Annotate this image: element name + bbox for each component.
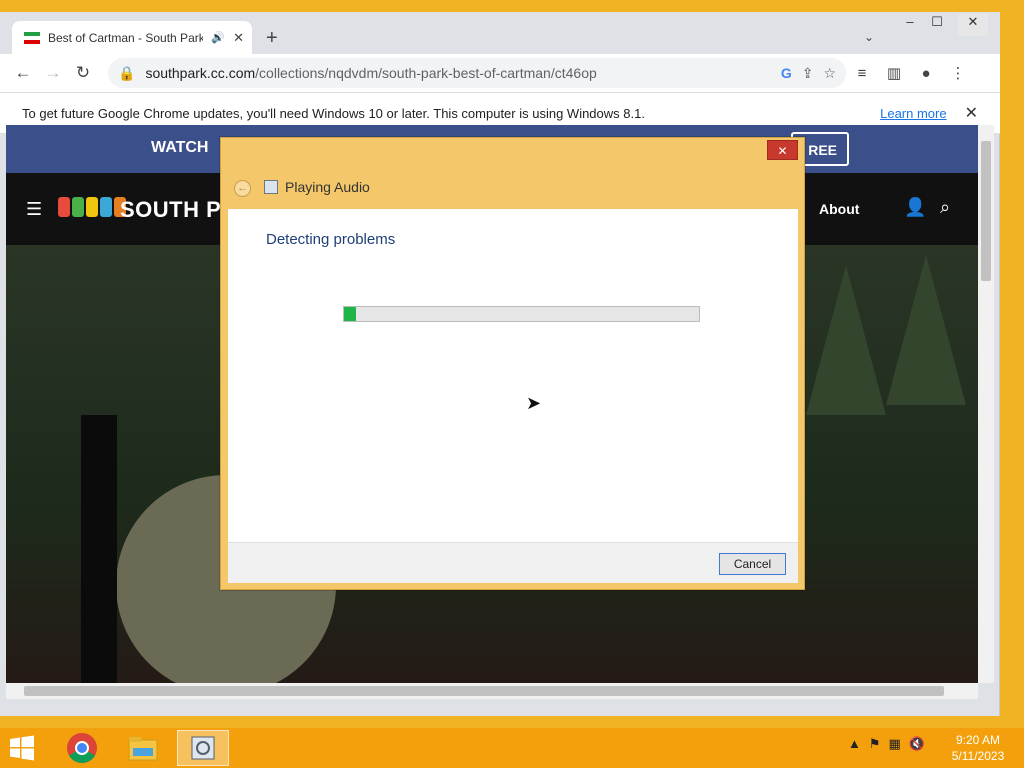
site-brand[interactable]: SOUTH P — [120, 197, 221, 223]
bookmark-star-icon[interactable]: ☆ — [823, 65, 836, 82]
reload-icon[interactable]: ↻ — [68, 58, 98, 88]
troubleshooter-icon — [191, 736, 215, 760]
google-lens-icon[interactable]: G — [781, 65, 792, 81]
new-tab-button[interactable]: + — [266, 27, 278, 50]
tab-title: Best of Cartman - South Park — [48, 30, 204, 45]
url-path: /collections/nqdvdm/south-park-best-of-c… — [255, 65, 597, 81]
action-center-flag-icon[interactable]: ⚑ — [869, 736, 881, 752]
taskbar-chrome-button[interactable] — [56, 730, 108, 766]
address-bar[interactable]: 🔒 southpark.cc.com/collections/nqdvdm/so… — [108, 58, 846, 88]
vertical-scrollbar[interactable] — [978, 125, 994, 683]
nav-about-link[interactable]: About — [819, 201, 859, 217]
tab-strip: Best of Cartman - South Park 🔊 ✕ + ⌄ – ☐… — [0, 12, 1000, 54]
media-controls-icon[interactable]: ≡ — [846, 65, 878, 82]
url-domain: southpark.cc.com — [145, 65, 256, 81]
south-park-logo-icon[interactable] — [58, 197, 126, 217]
progress-bar-fill — [344, 307, 357, 321]
troubleshooter-dialog: ✕ ← Playing Audio Detecting problems ➤ C… — [220, 137, 805, 590]
file-explorer-icon — [128, 737, 158, 761]
close-tab-icon[interactable]: ✕ — [233, 30, 244, 46]
taskbar: ▲ ⚑ ▦ 🔇 9:20 AM 5/11/2023 — [0, 728, 1024, 768]
infobar-message: To get future Google Chrome updates, you… — [22, 105, 645, 121]
browser-toolbar: ← → ↻ 🔒 southpark.cc.com/collections/nqd… — [0, 54, 1000, 92]
back-arrow-icon[interactable]: ← — [8, 58, 38, 88]
maximize-button[interactable]: ☐ — [922, 14, 952, 36]
back-arrow-icon[interactable]: ← — [234, 180, 251, 197]
clock-date: 5/11/2023 — [951, 749, 1005, 763]
taskbar-clock[interactable]: 9:20 AM 5/11/2023 — [948, 732, 1008, 764]
site-favicon-icon — [24, 31, 40, 44]
learn-more-link[interactable]: Learn more — [880, 106, 946, 121]
taskbar-explorer-button[interactable] — [117, 730, 169, 766]
mouse-pointer-icon: ➤ — [526, 393, 542, 413]
share-icon[interactable]: ⇪ — [802, 65, 814, 82]
volume-muted-icon[interactable]: 🔇 — [909, 736, 925, 752]
infobar-close-icon[interactable]: ✕ — [965, 103, 978, 123]
vertical-scroll-thumb[interactable] — [981, 141, 991, 281]
scene-tree-shape — [886, 255, 966, 405]
profile-avatar-icon[interactable]: ● — [910, 65, 942, 82]
troubleshooter-app-icon — [264, 180, 278, 194]
user-account-icon[interactable]: 👤 — [904, 197, 926, 218]
minimize-button[interactable]: – — [895, 14, 925, 36]
lock-icon[interactable]: 🔒 — [118, 65, 135, 82]
chrome-icon — [67, 733, 97, 764]
scene-post-shape — [81, 415, 117, 683]
windows-start-icon[interactable] — [6, 734, 38, 762]
dialog-title: Playing Audio — [285, 179, 370, 195]
hamburger-menu-icon[interactable]: ☰ — [26, 199, 42, 220]
network-icon[interactable]: ▦ — [889, 736, 901, 752]
horizontal-scrollbar[interactable] — [6, 683, 978, 699]
dialog-close-button[interactable]: ✕ — [767, 140, 798, 160]
browser-tab[interactable]: Best of Cartman - South Park 🔊 ✕ — [12, 21, 252, 54]
system-tray: ▲ ⚑ ▦ 🔇 — [848, 736, 925, 752]
audio-playing-icon[interactable]: 🔊 — [211, 31, 225, 44]
side-panel-icon[interactable]: ▥ — [878, 64, 910, 82]
kebab-menu-icon[interactable]: ⋮ — [942, 64, 974, 82]
cancel-button[interactable]: Cancel — [719, 553, 786, 575]
dialog-body: Detecting problems ➤ — [228, 209, 798, 542]
window-close-button[interactable]: ✕ — [958, 14, 988, 36]
banner-text: WATCH — [151, 139, 209, 156]
forward-arrow-icon[interactable]: → — [38, 58, 68, 88]
progress-bar — [343, 306, 700, 322]
status-heading: Detecting problems — [266, 231, 396, 248]
clock-time: 9:20 AM — [955, 733, 1001, 747]
taskbar-troubleshooter-button[interactable] — [177, 730, 229, 766]
tab-search-chevron-icon[interactable]: ⌄ — [864, 30, 874, 44]
horizontal-scroll-thumb[interactable] — [24, 686, 944, 696]
scene-tree-shape — [806, 265, 886, 415]
show-hidden-icons-chevron-icon[interactable]: ▲ — [848, 736, 861, 752]
site-search-icon[interactable]: ⌕ — [940, 197, 950, 218]
url-text[interactable]: southpark.cc.com/collections/nqdvdm/sout… — [145, 65, 770, 81]
dialog-footer: Cancel — [228, 542, 798, 583]
